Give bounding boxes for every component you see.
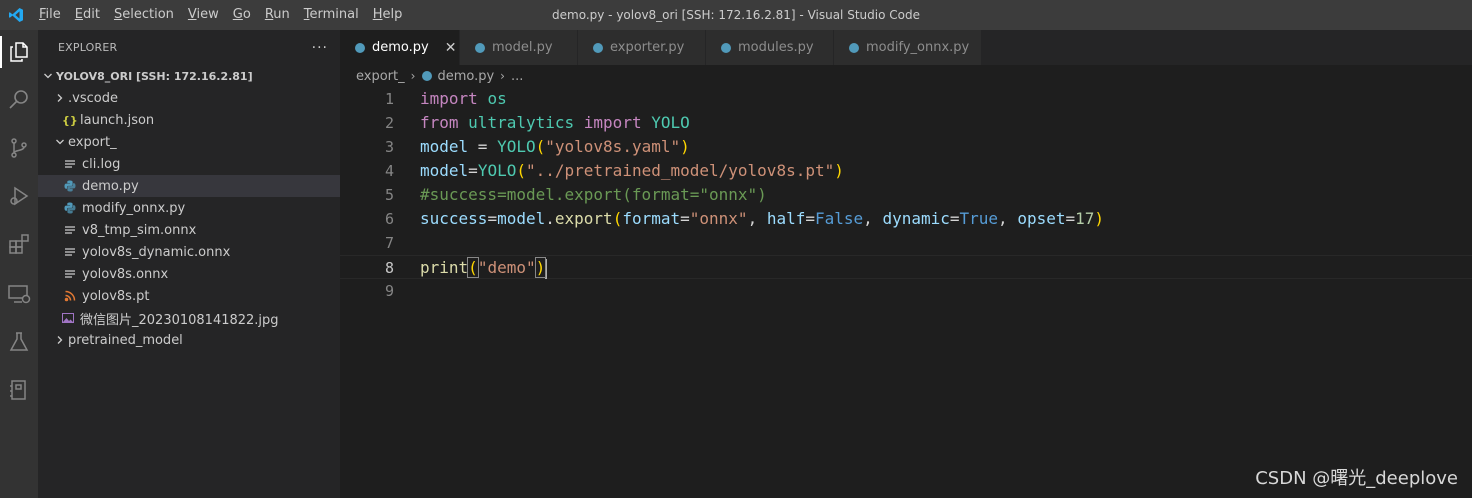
tree-file-demo-py[interactable]: demo.py: [38, 175, 340, 197]
breadcrumb-folder[interactable]: export_: [356, 69, 405, 84]
code-line: 9: [340, 279, 1472, 303]
explorer-title: EXPLORER: [58, 41, 118, 54]
breadcrumb-file[interactable]: demo.py: [437, 69, 494, 84]
notebook-icon[interactable]: [0, 370, 38, 410]
menu-edit[interactable]: Edit: [68, 0, 107, 30]
python-icon: [848, 42, 860, 54]
python-icon: [592, 42, 604, 54]
breadcrumb-symbols[interactable]: ...: [511, 69, 523, 84]
menu-view[interactable]: View: [181, 0, 226, 30]
breadcrumb-separator: ›: [500, 69, 505, 83]
line-number: 6: [384, 210, 394, 228]
workspace-root[interactable]: YOLOV8_ORI [SSH: 172.16.2.81]: [38, 65, 340, 87]
code-line: 5 #success=model.export(format="onnx"): [340, 183, 1472, 207]
menu-go[interactable]: Go: [226, 0, 258, 30]
tree-file-modify-onnx-py[interactable]: modify_onnx.py: [38, 197, 340, 219]
line-number: 2: [384, 114, 394, 132]
tree-file-yolov8s-dynamic-onnx[interactable]: yolov8s_dynamic.onnx: [38, 241, 340, 263]
line-number: 4: [384, 162, 394, 180]
code-line: 4 model=YOLO("../pretrained_model/yolov8…: [340, 159, 1472, 183]
tab-model-py[interactable]: model.py: [460, 30, 578, 65]
python-icon: [64, 180, 82, 192]
close-tab-icon[interactable]: ✕: [445, 40, 457, 56]
tab-demo-py[interactable]: demo.py ✕: [340, 30, 460, 65]
breadcrumb: export_ › demo.py › ...: [340, 65, 1472, 87]
remote-explorer-icon[interactable]: [0, 274, 38, 314]
tab-modules-py[interactable]: modules.py: [706, 30, 834, 65]
code-line: 6 success=model.export(format="onnx", ha…: [340, 207, 1472, 231]
text-file-icon: [64, 246, 82, 258]
text-cursor: [545, 258, 548, 279]
extensions-icon[interactable]: [0, 224, 38, 264]
text-file-icon: [64, 158, 82, 170]
text-file-icon: [64, 268, 82, 280]
code-text: #success=model.export(format="onnx"): [420, 185, 767, 204]
menu-bar: File Edit Selection View Go Run Terminal…: [32, 0, 409, 30]
line-number: 5: [384, 186, 394, 204]
menu-selection[interactable]: Selection: [107, 0, 181, 30]
text-file-icon: [64, 224, 82, 236]
line-number: 8: [384, 259, 394, 277]
tree-file-cli-log[interactable]: cli.log: [38, 153, 340, 175]
tree-file-wechat-image-jpg[interactable]: 微信图片_20230108141822.jpg: [38, 307, 340, 329]
tree-file-launch-json[interactable]: {} launch.json: [38, 109, 340, 131]
search-icon[interactable]: [0, 80, 38, 120]
explorer-icon[interactable]: [0, 32, 38, 72]
line-number: 7: [384, 234, 394, 252]
code-text: import os: [420, 89, 507, 108]
code-line: 3 model = YOLO("yolov8s.yaml"): [340, 135, 1472, 159]
tree-file-yolov8s-onnx[interactable]: yolov8s.onnx: [38, 263, 340, 285]
line-number: 3: [384, 138, 394, 156]
menu-terminal[interactable]: Terminal: [297, 0, 366, 30]
code-text: print("demo"): [420, 257, 548, 279]
code-line: 2 from ultralytics import YOLO: [340, 111, 1472, 135]
python-icon: [354, 42, 366, 54]
python-icon: [720, 42, 732, 54]
code-text: model = YOLO("yolov8s.yaml"): [420, 137, 690, 156]
tree-folder-export[interactable]: export_: [38, 131, 340, 153]
run-debug-icon[interactable]: [0, 176, 38, 216]
python-icon: [474, 42, 486, 54]
testing-icon[interactable]: [0, 322, 38, 362]
tree-file-yolov8s-pt[interactable]: yolov8s.pt: [38, 285, 340, 307]
menu-run[interactable]: Run: [258, 0, 297, 30]
code-line: 7: [340, 231, 1472, 255]
source-control-icon[interactable]: [0, 128, 38, 168]
code-text: success=model.export(format="onnx", half…: [420, 209, 1105, 228]
line-number: 9: [384, 282, 394, 300]
tree-folder-pretrained-model[interactable]: pretrained_model: [38, 329, 340, 351]
menu-help[interactable]: Help: [366, 0, 410, 30]
more-actions-icon[interactable]: ···: [312, 40, 328, 56]
json-icon: {}: [62, 113, 78, 127]
code-editor[interactable]: 1 import os 2 from ultralytics import YO…: [340, 87, 1472, 498]
editor-tabs: demo.py ✕ model.py exporter.py modules.p…: [340, 30, 1472, 65]
tree-folder-vscode[interactable]: .vscode: [38, 87, 340, 109]
line-number: 1: [384, 90, 394, 108]
tab-exporter-py[interactable]: exporter.py: [578, 30, 706, 65]
file-tree: YOLOV8_ORI [SSH: 172.16.2.81] .vscode {}…: [38, 65, 340, 351]
chevron-down-icon: [52, 134, 68, 150]
chevron-down-icon: [40, 68, 56, 84]
watermark: CSDN @曙光_deeplove: [1255, 468, 1458, 489]
code-line: 1 import os: [340, 87, 1472, 111]
code-line-current: 8 print("demo"): [340, 255, 1472, 279]
tree-file-v8-tmp-sim-onnx[interactable]: v8_tmp_sim.onnx: [38, 219, 340, 241]
python-icon: [64, 202, 82, 214]
explorer-header: EXPLORER ···: [38, 30, 340, 65]
chevron-right-icon: [52, 90, 68, 106]
breadcrumb-separator: ›: [410, 69, 416, 83]
image-icon: [62, 312, 80, 324]
code-text: from ultralytics import YOLO: [420, 113, 690, 132]
tab-modify-onnx-py[interactable]: modify_onnx.py: [834, 30, 982, 65]
code-text: model=YOLO("../pretrained_model/yolov8s.…: [420, 161, 844, 180]
vscode-logo-icon[interactable]: [0, 0, 32, 30]
activity-bar: [0, 30, 38, 498]
title-bar: File Edit Selection View Go Run Terminal…: [0, 0, 1472, 30]
menu-file[interactable]: File: [32, 0, 68, 30]
chevron-right-icon: [52, 332, 68, 348]
python-icon: [422, 71, 433, 81]
rss-icon: [64, 290, 82, 302]
explorer-sidebar: EXPLORER ··· YOLOV8_ORI [SSH: 172.16.2.8…: [38, 30, 340, 498]
